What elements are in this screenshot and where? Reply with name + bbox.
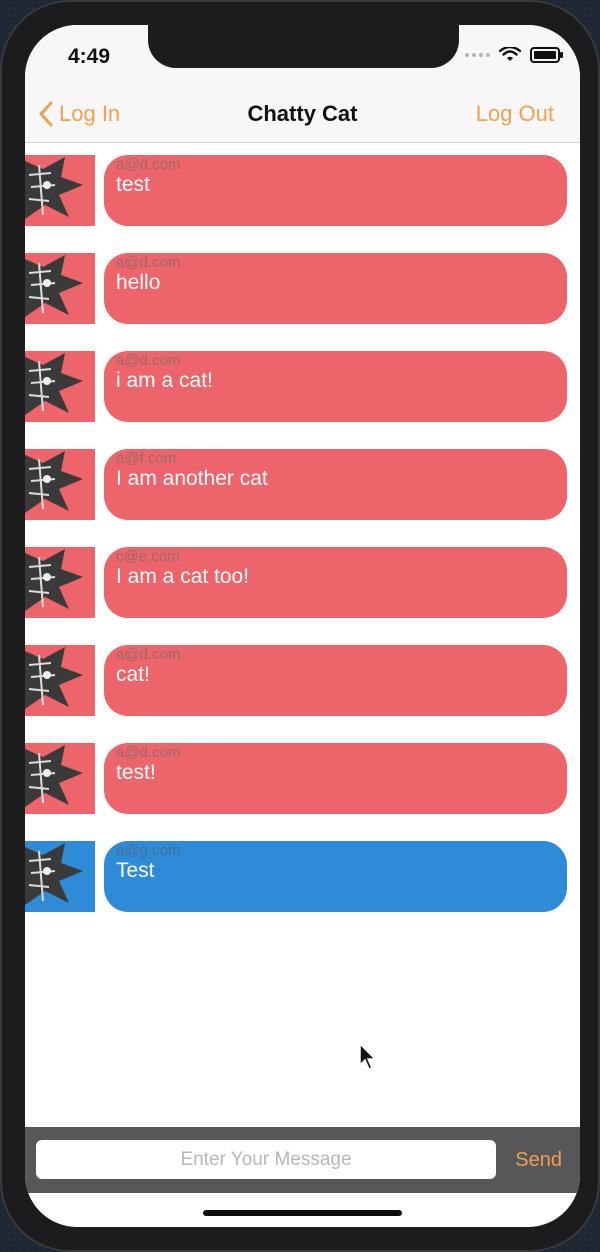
navigation-bar: Log In Chatty Cat Log Out: [25, 95, 580, 143]
cat-avatar-icon: [25, 351, 95, 422]
cat-avatar-icon: [25, 449, 95, 520]
logout-button[interactable]: Log Out: [476, 101, 554, 127]
message-text: cat!: [116, 663, 150, 686]
message-sender: a@d.com: [116, 646, 181, 663]
cat-avatar-icon: [25, 743, 95, 814]
message-bubble: a@g.com Test: [104, 841, 567, 912]
message-text: Test: [116, 859, 155, 882]
message-row: a@f.com I am another cat: [25, 449, 580, 520]
message-sender: a@d.com: [116, 156, 181, 173]
cat-avatar-icon: [25, 645, 95, 716]
phone-frame: 4:49 Log In Chatty Cat Log Out a@d.com t…: [0, 0, 600, 1252]
cat-avatar-icon: [25, 253, 95, 324]
battery-icon: [530, 47, 563, 63]
notch: [148, 25, 459, 68]
message-text: I am a cat too!: [116, 565, 250, 588]
cat-avatar-icon: [25, 547, 95, 618]
message-sender: a@d.com: [116, 744, 181, 761]
message-sender: c@e.com: [116, 548, 180, 565]
message-row: a@d.com test!: [25, 743, 580, 814]
message-sender: a@d.com: [116, 254, 181, 271]
message-row: a@d.com hello: [25, 253, 580, 324]
mouse-pointer-icon: [359, 1043, 377, 1070]
home-indicator: [203, 1210, 402, 1216]
message-sender: a@f.com: [116, 450, 177, 467]
status-icons: [465, 47, 563, 63]
message-row: a@d.com i am a cat!: [25, 351, 580, 422]
message-bubble: a@d.com hello: [104, 253, 567, 324]
message-text: i am a cat!: [116, 369, 213, 392]
cat-avatar-icon: [25, 841, 95, 912]
status-time: 4:49: [68, 45, 111, 68]
message-bubble: a@f.com I am another cat: [104, 449, 567, 520]
message-bubble: a@d.com i am a cat!: [104, 351, 567, 422]
message-row: a@d.com cat!: [25, 645, 580, 716]
app-screen: 4:49 Log In Chatty Cat Log Out a@d.com t…: [25, 25, 580, 1227]
message-text: test!: [116, 761, 156, 784]
message-text: I am another cat: [116, 467, 268, 490]
message-text: hello: [116, 271, 161, 294]
message-bubble: c@e.com I am a cat too!: [104, 547, 567, 618]
message-sender: a@d.com: [116, 352, 181, 369]
wifi-icon: [499, 47, 521, 61]
cellular-signal-icon: [465, 53, 490, 57]
message-bubble: a@d.com test: [104, 155, 567, 226]
composer-bar: Send: [25, 1127, 580, 1193]
message-text: test: [116, 173, 150, 196]
message-bubble: a@d.com test!: [104, 743, 567, 814]
message-row: a@d.com test: [25, 155, 580, 226]
message-sender: a@g.com: [116, 842, 181, 859]
message-input[interactable]: [36, 1140, 496, 1179]
send-button[interactable]: Send: [515, 1149, 562, 1172]
message-row: c@e.com I am a cat too!: [25, 547, 580, 618]
message-bubble: a@d.com cat!: [104, 645, 567, 716]
cat-avatar-icon: [25, 155, 95, 226]
message-row: a@g.com Test: [25, 841, 580, 912]
